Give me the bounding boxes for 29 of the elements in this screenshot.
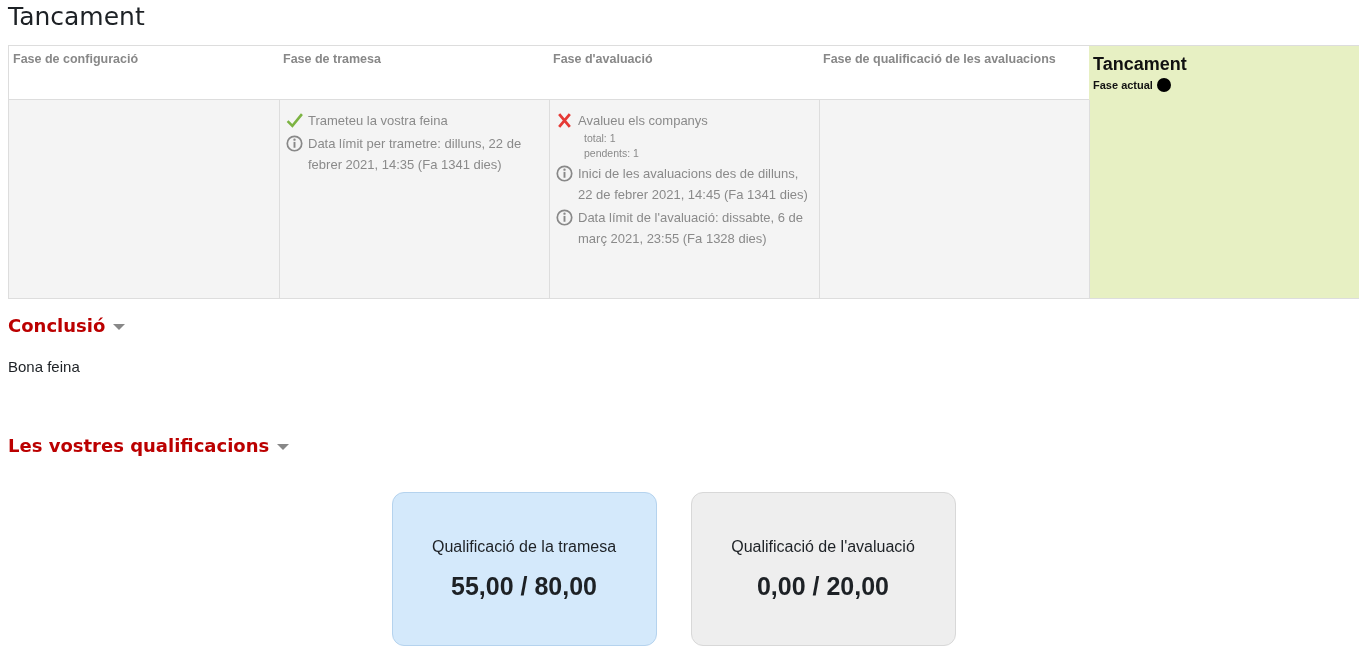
task-detail: pendents: 1 xyxy=(584,146,640,161)
phase-title: Fase de tramesa xyxy=(283,52,382,66)
task-text: Inici de les avaluacions des de dilluns, 22 de febrer 2021, 14:45 (Fa 1341 dies) xyxy=(578,165,809,204)
section-heading[interactable]: Conclusió xyxy=(8,315,1359,336)
grade-label: Qualificació de la tramesa xyxy=(431,537,617,556)
conclusion-text: Bona feina xyxy=(8,358,81,375)
cross-icon xyxy=(556,112,573,129)
current-phase-label: Fase actual xyxy=(1093,79,1153,91)
section-heading[interactable]: Les vostres qualificacions xyxy=(8,435,1359,456)
phase-title: Fase d'avaluació xyxy=(553,52,654,66)
current-phase-icon xyxy=(1156,78,1171,92)
task-text: Avalueu els companys xyxy=(578,112,708,130)
caret-icon xyxy=(277,444,290,450)
info-icon xyxy=(286,135,303,152)
task-text: Data límit per trametre: dilluns, 22 de febrer 2021, 14:35 (Fa 1341 dies) xyxy=(308,135,523,174)
phase-title: Tancament xyxy=(1093,54,1188,75)
task-detail: total: 1 xyxy=(584,131,617,146)
info-icon xyxy=(556,209,573,226)
caret-icon xyxy=(113,324,126,330)
info-icon xyxy=(556,165,573,182)
phase-title: Fase de configuració xyxy=(13,52,140,66)
grade-label: Qualificació de l'avaluació xyxy=(731,537,915,556)
grade-value: 55,00 / 80,00 xyxy=(451,571,597,601)
grade-value: 0,00 / 20,00 xyxy=(756,571,890,601)
page-title: Tancament xyxy=(8,1,146,33)
check-icon xyxy=(286,112,303,129)
task-text: Data límit de l'avaluació: dissabte, 6 de març 2021, 23:55 (Fa 1328 dies) xyxy=(578,209,805,248)
phase-title: Fase de qualificació de les avaluacions xyxy=(823,52,1057,66)
task-text: Trameteu la vostra feina xyxy=(308,112,448,130)
